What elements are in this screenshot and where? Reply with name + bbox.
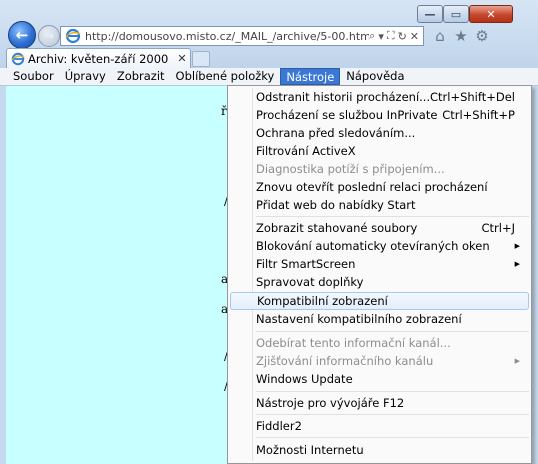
menu-item-feed-discovery: Zjišťování informačního kanálu ▶ — [256, 354, 520, 368]
menu-oblibene[interactable]: Oblíbené položky — [171, 68, 280, 85]
tab-close-icon[interactable]: ✕ — [174, 52, 190, 65]
stop-icon[interactable]: ✕ — [410, 30, 419, 43]
close-icon: ✕ — [486, 7, 496, 21]
menu-item-compatibility-view[interactable]: Kompatibilní zobrazení — [230, 292, 529, 310]
menu-napoveda[interactable]: Nápověda — [341, 68, 409, 85]
compat-view-icon[interactable]: ⛶ — [387, 29, 395, 43]
menu-item-fiddler2[interactable]: Fiddler2 — [230, 417, 529, 435]
maximize-icon: ▭ — [450, 7, 462, 21]
menu-separator — [256, 331, 529, 332]
forward-button[interactable]: → — [38, 25, 60, 47]
address-bar[interactable]: http://domousovo.misto.cz/_MAIL_/archive… — [60, 26, 424, 46]
menu-item-internet-options[interactable]: Možnosti Internetu — [230, 441, 529, 459]
menu-separator — [256, 414, 529, 415]
menu-item-popup-blocker[interactable]: Blokování automaticky otevíraných oken ▶ — [230, 237, 529, 255]
menu-item-diagnose-connection: Diagnostika potíží s připojením... — [256, 162, 445, 176]
tools-menu: Odstranit historii procházení... Ctrl+Sh… — [227, 85, 532, 464]
tab-title: Archiv: květen-září 2000 — [28, 51, 169, 66]
minimize-button[interactable]: — — [417, 5, 443, 23]
menu-item-smartscreen[interactable]: Filtr SmartScreen ▶ — [230, 255, 529, 273]
back-arrow-icon: ← — [15, 26, 29, 44]
search-icon[interactable]: ⌕ — [369, 29, 375, 43]
menu-item-compatibility-settings[interactable]: Nastavení kompatibilního zobrazení — [230, 310, 529, 328]
menu-bar: Soubor Úpravy Zobrazit Oblíbené položky … — [0, 68, 538, 86]
browser-tab[interactable]: Archiv: květen-září 2000 ✕ — [6, 48, 191, 68]
menu-item-activex-filtering[interactable]: Filtrování ActiveX — [230, 142, 529, 160]
menu-separator — [256, 391, 529, 392]
menu-item-tracking-protection[interactable]: Ochrana před sledováním... — [230, 124, 529, 142]
submenu-arrow-icon: ▶ — [514, 260, 520, 268]
menu-item-inprivate[interactable]: Procházení se službou InPrivate Ctrl+Shi… — [230, 106, 529, 124]
forward-arrow-icon: → — [43, 29, 55, 43]
back-button[interactable]: ← — [8, 21, 36, 49]
menu-item-subscribe-feed: Odebírat tento informační kanál... — [256, 336, 451, 350]
refresh-icon[interactable]: ↻ — [398, 30, 407, 43]
menu-separator — [256, 216, 529, 217]
menu-item-view-downloads[interactable]: Zobrazit stahované soubory Ctrl+J — [230, 219, 529, 237]
address-input[interactable]: http://domousovo.misto.cz/_MAIL_/archive… — [85, 30, 369, 43]
ie-tab-icon — [11, 52, 25, 65]
menu-item-manage-addons[interactable]: Spravovat doplňky — [230, 273, 529, 291]
gear-icon[interactable]: ⚙ — [474, 28, 490, 44]
submenu-arrow-icon: ▶ — [514, 242, 520, 250]
menu-zobrazit[interactable]: Zobrazit — [112, 68, 170, 85]
dropdown-icon[interactable]: ▾ — [378, 30, 384, 43]
minimize-icon: — — [424, 7, 436, 21]
maximize-button[interactable]: ▭ — [443, 5, 469, 23]
ie-page-icon — [65, 28, 81, 44]
home-icon[interactable]: ⌂ — [432, 28, 448, 44]
browser-chrome: — ▭ ✕ ← → http://domousovo.misto.cz/_MAI… — [0, 0, 538, 68]
text-fragment: ř — [221, 104, 227, 118]
menu-nastroje[interactable]: Nástroje — [280, 68, 341, 85]
submenu-arrow-icon: ▶ — [514, 357, 520, 365]
menu-item-reopen-session[interactable]: Znovu otevřít poslední relaci procházení — [230, 178, 529, 196]
menu-upravy[interactable]: Úpravy — [60, 68, 111, 85]
menu-item-add-to-start[interactable]: Přidat web do nabídky Start — [230, 196, 529, 214]
new-tab-button[interactable] — [192, 51, 210, 67]
close-button[interactable]: ✕ — [469, 5, 513, 23]
menu-separator — [256, 437, 529, 438]
favorites-star-icon[interactable]: ★ — [453, 28, 469, 44]
menu-soubor[interactable]: Soubor — [8, 68, 59, 85]
menu-item-windows-update[interactable]: Windows Update — [230, 370, 529, 388]
menu-item-f12-tools[interactable]: Nástroje pro vývojáře F12 — [230, 394, 529, 412]
menu-item-delete-history[interactable]: Odstranit historii procházení... Ctrl+Sh… — [230, 88, 529, 106]
